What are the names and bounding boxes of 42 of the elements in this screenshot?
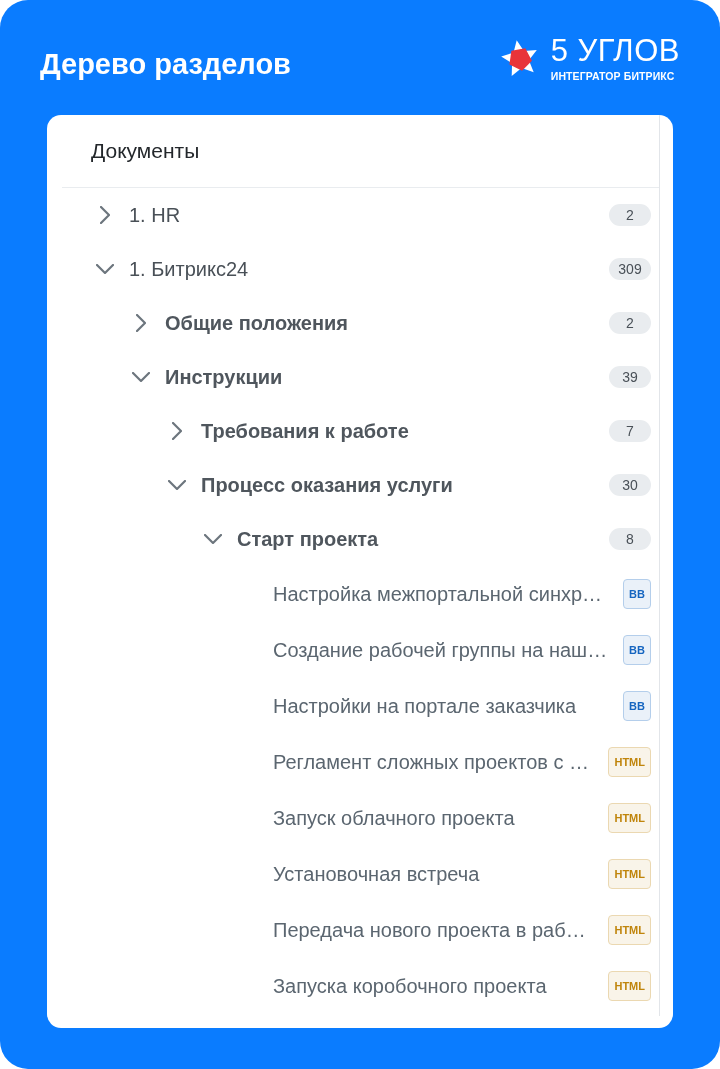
format-tag: HTML [608, 971, 651, 1001]
folder-label[interactable]: 1. HR [129, 203, 181, 227]
document-link[interactable]: Передача нового проекта в раб… [273, 918, 586, 942]
format-tag: BB [623, 691, 651, 721]
folder-label[interactable]: Общие положения [165, 311, 349, 335]
item-count: 2 [609, 204, 651, 226]
document-link[interactable]: Регламент сложных проектов с … [273, 750, 589, 774]
format-tag: BB [623, 579, 651, 609]
folder-label[interactable]: Инструкции [165, 365, 283, 389]
folder-label[interactable]: Требования к работе [201, 419, 409, 443]
logo-tagline: ИНТЕГРАТОР БИТРИКС [550, 70, 675, 83]
item-count: 8 [609, 528, 651, 550]
chevron-down-icon[interactable] [204, 534, 222, 544]
folder-label[interactable]: Процесс оказания услуги [201, 473, 453, 497]
item-count: 309 [609, 258, 651, 280]
item-count: 2 [609, 312, 651, 334]
format-tag: BB [623, 635, 651, 665]
logo-wordmark: 5 УГЛОВ [550, 34, 680, 66]
folder-label[interactable]: 1. Битрикс24 [129, 257, 249, 281]
panel-title: Документы [91, 139, 200, 163]
chevron-right-icon[interactable] [136, 314, 146, 332]
document-link[interactable]: Запуск облачного проекта [273, 806, 515, 830]
document-link[interactable]: Настройки на портале заказчика [273, 694, 577, 718]
chevron-down-icon[interactable] [168, 480, 186, 490]
folder-label[interactable]: Старт проекта [237, 527, 379, 551]
star-logo-icon [500, 40, 539, 77]
document-link[interactable]: Настройка межпортальной синхр… [273, 582, 603, 606]
format-tag: HTML [608, 915, 651, 945]
document-link[interactable]: Установочная встреча [273, 862, 480, 886]
document-link[interactable]: Запуска коробочного проекта [273, 974, 547, 998]
item-count: 39 [609, 366, 651, 388]
format-tag: HTML [608, 859, 651, 889]
format-tag: HTML [608, 747, 651, 777]
document-link[interactable]: Создание рабочей группы на наш… [273, 638, 608, 662]
chevron-down-icon[interactable] [132, 372, 150, 382]
chevron-right-icon[interactable] [172, 422, 182, 440]
format-tag: HTML [608, 803, 651, 833]
item-count: 7 [609, 420, 651, 442]
item-count: 30 [609, 474, 651, 496]
page-title: Дерево разделов [40, 47, 291, 82]
chevron-down-icon[interactable] [96, 264, 114, 274]
chevron-right-icon[interactable] [100, 206, 110, 224]
